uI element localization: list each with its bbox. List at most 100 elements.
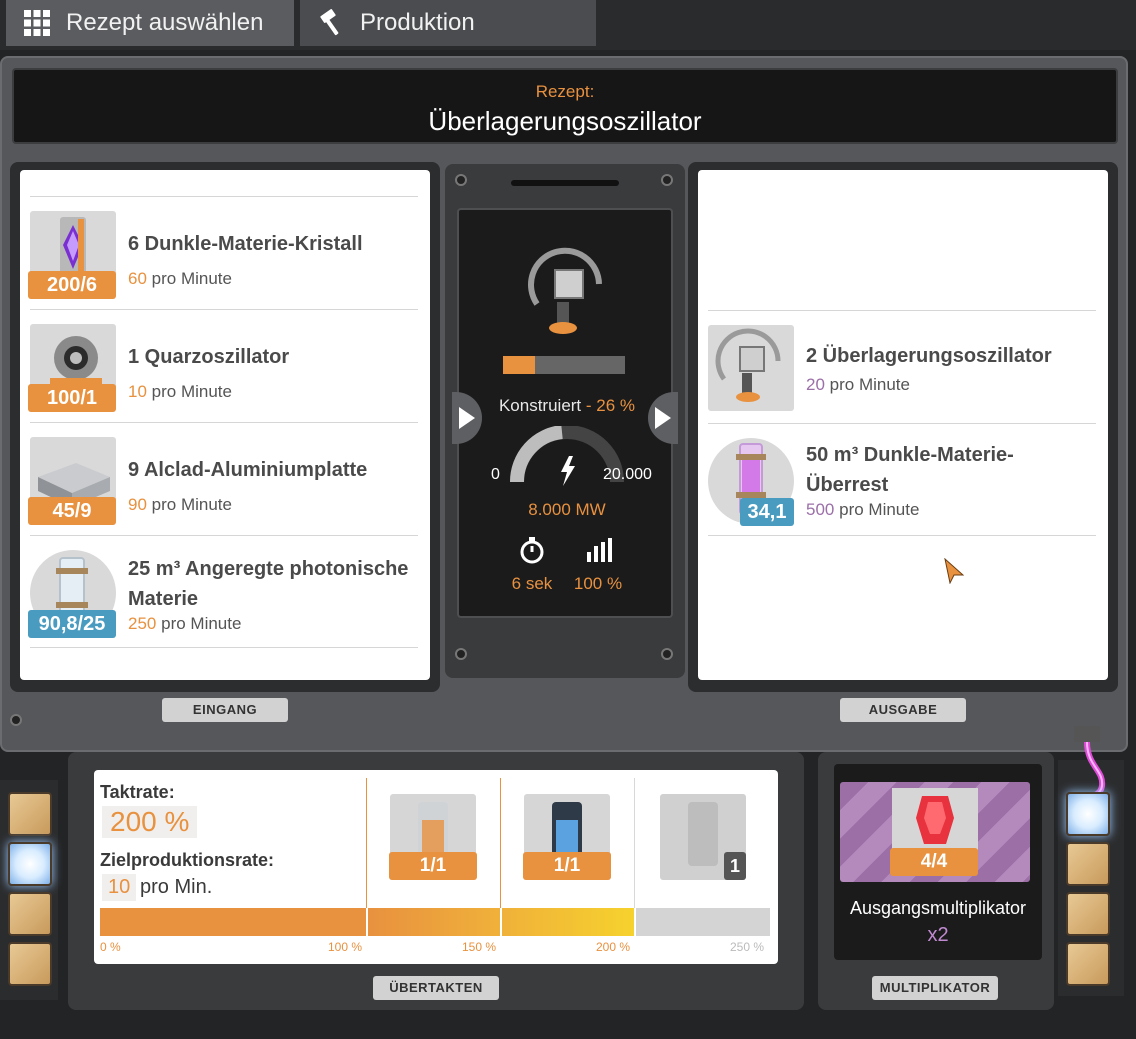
screw-icon bbox=[661, 174, 673, 186]
cursor-icon bbox=[944, 558, 964, 584]
tab-select-recipe[interactable]: Rezept auswählen bbox=[6, 0, 294, 46]
item-rate: 60 pro Minute bbox=[128, 269, 232, 288]
grid-icon bbox=[22, 8, 52, 38]
item-name: 6 Dunkle-Materie-Kristall bbox=[128, 233, 363, 255]
item-name: 1 Quarzoszillator bbox=[128, 346, 290, 368]
stopwatch-icon bbox=[520, 537, 544, 564]
clock-bar-shard-2 bbox=[502, 908, 634, 936]
multiplier-value: x2 bbox=[927, 924, 949, 946]
side-slot[interactable] bbox=[8, 792, 52, 836]
input-list: 200/6 6 Dunkle-Materie-Kristall 60 pro M… bbox=[20, 170, 430, 680]
item-name: 25 m³ Angeregte photonische Materie bbox=[128, 558, 409, 610]
somersloop-icon bbox=[892, 788, 978, 850]
screw-icon bbox=[661, 648, 673, 660]
input-panel-tag: EINGANG bbox=[162, 698, 288, 722]
input-item[interactable]: 90,8/25 25 m³ Angeregte photonische Mate… bbox=[28, 535, 418, 648]
play-arrow-icon bbox=[459, 407, 475, 429]
recipe-name: Überlagerungsoszillator bbox=[428, 106, 702, 136]
overclock-panel: Taktrate: 200 % Zielproduktionsrate: 1 0 … bbox=[68, 752, 804, 1010]
output-item[interactable]: 34,1 50 m³ Dunkle-Materie-Überrest 500 p… bbox=[708, 423, 1096, 536]
side-slot[interactable] bbox=[1066, 892, 1110, 936]
item-rate: 250 pro Minute bbox=[128, 614, 242, 633]
superposition-oscillator-icon bbox=[528, 247, 602, 334]
tab-production[interactable]: Produktion bbox=[300, 0, 596, 46]
input-item[interactable]: 200/6 6 Dunkle-Materie-Kristall 60 pro M… bbox=[28, 196, 418, 309]
overclock-tag: ÜBERTAKTEN bbox=[373, 976, 499, 1000]
item-thumbnail bbox=[708, 325, 794, 411]
superposition-oscillator-icon bbox=[715, 328, 781, 402]
tick-label: 150 % bbox=[462, 940, 497, 954]
multiplier-content: 4/4 Ausgangsmultiplikator x2 bbox=[834, 764, 1042, 960]
inventory-badge: 200/6 bbox=[28, 271, 116, 299]
tab-label: Rezept auswählen bbox=[66, 9, 264, 36]
side-slot[interactable] bbox=[1066, 842, 1110, 886]
progress-fill bbox=[503, 356, 535, 374]
item-rate: 500 pro Minute bbox=[806, 500, 920, 519]
divider bbox=[634, 778, 635, 908]
shard-badge: 1 bbox=[724, 852, 746, 880]
tab-label: Produktion bbox=[360, 9, 475, 36]
inventory-badge: 90,8/25 bbox=[28, 610, 116, 638]
screw-icon bbox=[455, 648, 467, 660]
machine-slot bbox=[511, 180, 619, 186]
side-slot-active[interactable] bbox=[8, 842, 52, 886]
production-window: Rezept auswählen Produktion Rezept: Über… bbox=[0, 0, 1136, 1039]
inventory-badge: 100/1 bbox=[28, 384, 116, 412]
hammer-icon bbox=[316, 8, 346, 38]
output-panel: 2 Überlagerungsoszillator 20 pro Minute … bbox=[688, 162, 1118, 692]
multiplier-title: Ausgangsmultiplikator bbox=[849, 898, 1027, 918]
efficiency-icon bbox=[587, 538, 612, 562]
tick-label: 100 % bbox=[328, 940, 363, 954]
item-rate: 90 pro Minute bbox=[128, 495, 232, 514]
recipe-label: Rezept: bbox=[535, 82, 595, 101]
input-panel: 200/6 6 Dunkle-Materie-Kristall 60 pro M… bbox=[10, 162, 440, 692]
multiplier-tag: MULTIPLIKATOR bbox=[872, 976, 998, 1000]
clock-bar-shard-1 bbox=[368, 908, 500, 936]
recipe-header: Rezept: Überlagerungsoszillator bbox=[12, 68, 1118, 144]
item-name: 50 m³ Dunkle-Materie-Überrest bbox=[806, 444, 1014, 496]
input-item[interactable]: 100/1 1 Quarzoszillator 10 pro Minute bbox=[28, 309, 418, 422]
output-panel-tag: AUSGABE bbox=[840, 698, 966, 722]
clock-rate-value[interactable]: 200 % bbox=[102, 806, 198, 838]
side-slot[interactable] bbox=[8, 942, 52, 986]
side-slot[interactable] bbox=[1066, 942, 1110, 986]
clock-bar-shard-3 bbox=[636, 908, 770, 936]
divider bbox=[500, 778, 501, 908]
screw-icon bbox=[455, 174, 467, 186]
inventory-badge: 34,1 bbox=[740, 498, 794, 526]
somersloop-slot[interactable]: 4/4 bbox=[840, 782, 1030, 882]
power-bolt-icon bbox=[561, 456, 575, 486]
clock-bar-base bbox=[100, 908, 366, 936]
shard-badge: 1/1 bbox=[389, 852, 477, 880]
side-slot-active[interactable] bbox=[1066, 792, 1110, 836]
power-consumption: 8.000 MW bbox=[528, 500, 606, 519]
tick-label: 200 % bbox=[596, 940, 631, 954]
item-rate: 20 pro Minute bbox=[806, 375, 910, 394]
inventory-badge: 45/9 bbox=[28, 497, 116, 525]
item-name: 2 Überlagerungsoszillator bbox=[806, 345, 1052, 367]
tick-label: 250 % bbox=[730, 940, 765, 954]
main-frame: Rezept: Überlagerungsoszillator 200/6 6 … bbox=[0, 56, 1128, 752]
multiplier-panel: 4/4 Ausgangsmultiplikator x2 MULTIPLIKAT… bbox=[818, 752, 1054, 1010]
efficiency: 100 % bbox=[573, 574, 623, 593]
side-slot[interactable] bbox=[8, 892, 52, 936]
item-rate: 10 pro Minute bbox=[128, 382, 232, 401]
target-rate-unit: pro Min. bbox=[140, 876, 213, 898]
output-list: 2 Überlagerungsoszillator 20 pro Minute … bbox=[698, 170, 1108, 680]
production-progress bbox=[503, 356, 625, 374]
target-rate-value[interactable]: 10 bbox=[102, 874, 137, 901]
somersloop-badge: 4/4 bbox=[890, 848, 978, 876]
screw-icon bbox=[10, 714, 22, 726]
output-item[interactable]: 2 Überlagerungsoszillator 20 pro Minute bbox=[708, 310, 1096, 423]
tick-label: 0 % bbox=[100, 940, 121, 954]
gauge-max: 20.000 bbox=[603, 466, 652, 483]
item-name: 9 Alclad-Aluminiumplatte bbox=[128, 459, 368, 481]
divider bbox=[366, 778, 367, 908]
gauge-min: 0 bbox=[491, 466, 500, 483]
tab-bar: Rezept auswählen Produktion bbox=[0, 0, 1136, 50]
play-arrow-icon bbox=[655, 407, 671, 429]
overclock-content: Taktrate: 200 % Zielproduktionsrate: 1 0 … bbox=[94, 770, 778, 964]
cycle-time: 6 sek bbox=[511, 574, 553, 593]
input-item[interactable]: 45/9 9 Alclad-Aluminiumplatte 90 pro Min… bbox=[28, 422, 418, 535]
clock-rate-label: Taktrate: bbox=[100, 782, 175, 802]
